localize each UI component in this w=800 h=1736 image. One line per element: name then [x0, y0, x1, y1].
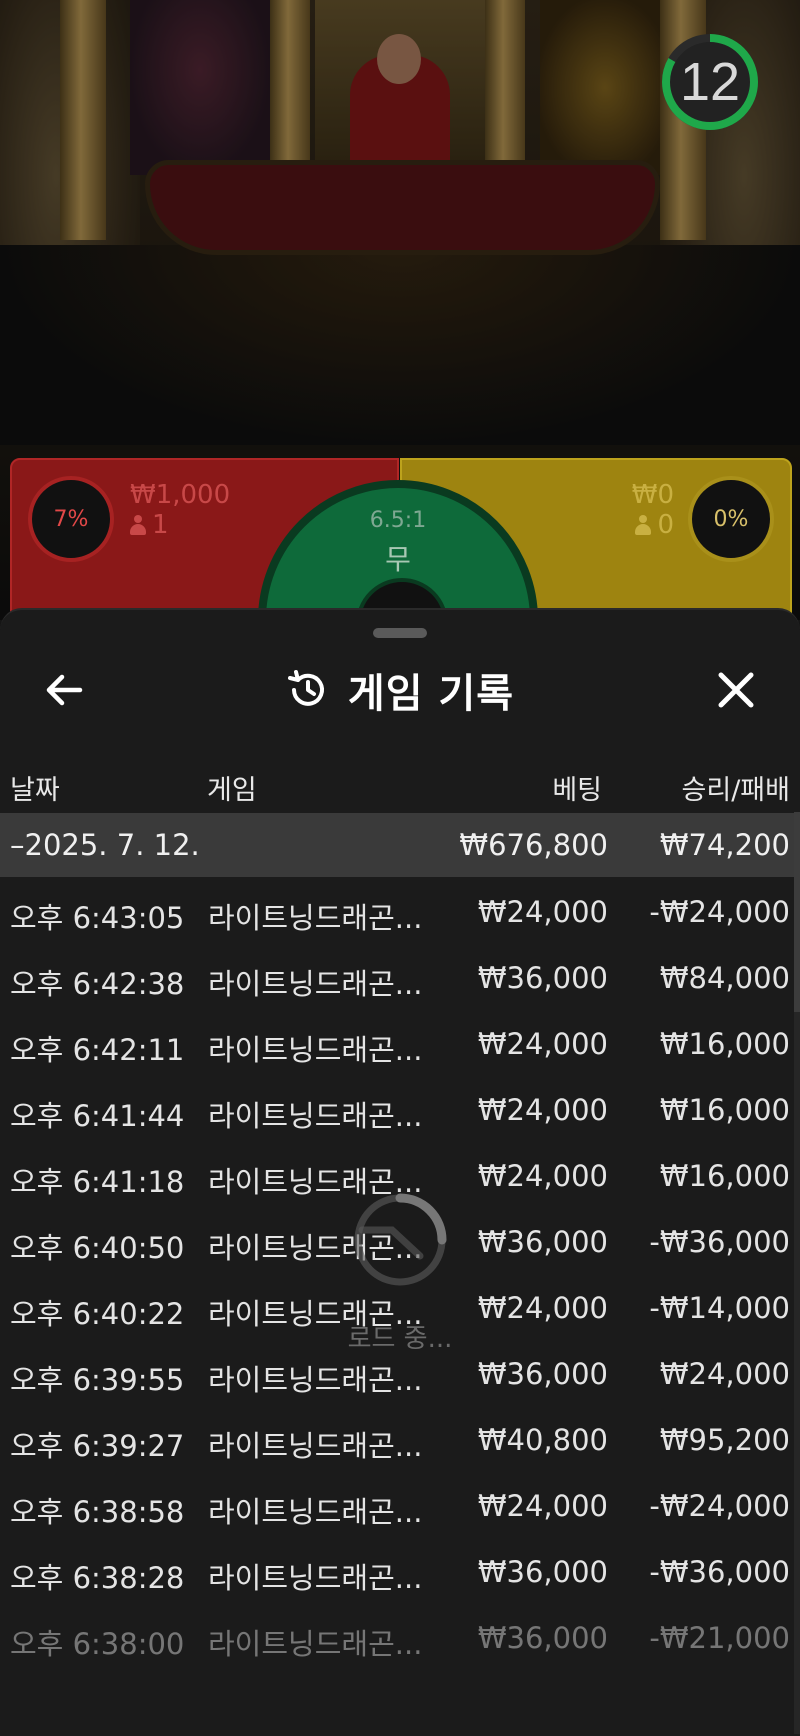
dragon-bet-stats: ₩1,000 1	[130, 480, 230, 540]
row-win-loss: ₩16,000	[659, 1027, 790, 1061]
history-row[interactable]: 오후 6:43:05 라이트닝드래곤... ₩24,000 -₩24,000	[0, 877, 800, 943]
row-game: 라이트닝드래곤...	[208, 1429, 423, 1463]
row-time: 오후 6:43:05	[10, 901, 185, 935]
row-bet: ₩24,000	[477, 1093, 608, 1127]
row-bet: ₩36,000	[477, 1621, 608, 1655]
person-icon	[130, 515, 146, 535]
row-time: 오후 6:40:22	[10, 1297, 185, 1331]
date-group-row[interactable]: –2025. 7. 12. ₩676,800 ₩74,200	[0, 813, 800, 877]
row-game: 라이트닝드래곤...	[208, 1297, 423, 1331]
row-game: 라이트닝드래곤...	[208, 1231, 423, 1265]
history-rows: 오후 6:43:05 라이트닝드래곤... ₩24,000 -₩24,000 오…	[0, 877, 800, 1669]
row-bet: ₩24,000	[477, 895, 608, 929]
close-icon	[718, 672, 754, 708]
sheet-drag-handle[interactable]	[373, 628, 427, 638]
row-time: 오후 6:38:00	[10, 1627, 185, 1661]
row-win-loss: ₩95,200	[659, 1423, 790, 1457]
row-time: 오후 6:38:58	[10, 1495, 185, 1529]
history-row[interactable]: 오후 6:39:55 라이트닝드래곤... ₩36,000 ₩24,000	[0, 1339, 800, 1405]
row-bet: ₩24,000	[477, 1159, 608, 1193]
date-group-bet-total: ₩676,800	[459, 828, 608, 862]
row-game: 라이트닝드래곤...	[208, 901, 423, 935]
tiger-bet-percent: 0%	[688, 476, 774, 562]
row-game: 라이트닝드래곤...	[208, 1165, 423, 1199]
row-bet: ₩40,800	[477, 1423, 608, 1457]
tie-odds: 6.5:1	[369, 508, 427, 533]
row-bet: ₩36,000	[477, 1225, 608, 1259]
history-row[interactable]: 오후 6:40:22 라이트닝드래곤... ₩24,000 -₩14,000	[0, 1273, 800, 1339]
history-column-headers: 날짜 게임 베팅 승리/패배	[0, 760, 800, 808]
row-bet: ₩36,000	[477, 1357, 608, 1391]
row-time: 오후 6:39:55	[10, 1363, 185, 1397]
history-row[interactable]: 오후 6:39:27 라이트닝드래곤... ₩40,800 ₩95,200	[0, 1405, 800, 1471]
sheet-header: 게임 기록	[0, 650, 800, 730]
row-win-loss: ₩84,000	[659, 961, 790, 995]
row-time: 오후 6:41:18	[10, 1165, 185, 1199]
dragon-bet-amount: ₩1,000	[130, 480, 231, 510]
arrow-left-icon	[46, 674, 83, 706]
row-bet: ₩24,000	[477, 1027, 608, 1061]
row-time: 오후 6:38:28	[10, 1561, 185, 1595]
row-time: 오후 6:42:11	[10, 1033, 185, 1067]
row-win-loss: -₩36,000	[649, 1555, 790, 1589]
row-win-loss: -₩21,000	[649, 1621, 790, 1655]
row-win-loss: ₩16,000	[659, 1159, 790, 1193]
history-row[interactable]: 오후 6:41:44 라이트닝드래곤... ₩24,000 ₩16,000	[0, 1075, 800, 1141]
row-time: 오후 6:42:38	[10, 967, 185, 1001]
row-bet: ₩36,000	[477, 1555, 608, 1589]
tiger-bet-amount: ₩0	[631, 480, 674, 510]
tiger-bet-stats: ₩0 0	[632, 480, 674, 540]
person-icon	[635, 515, 652, 535]
column-win-loss: 승리/패배	[681, 775, 790, 806]
row-win-loss: ₩16,000	[659, 1093, 790, 1127]
row-game: 라이트닝드래곤...	[208, 1627, 423, 1661]
row-game: 라이트닝드래곤...	[208, 1363, 423, 1397]
history-row[interactable]: 오후 6:38:58 라이트닝드래곤... ₩24,000 -₩24,000	[0, 1471, 800, 1537]
history-scrollbar-thumb[interactable]	[794, 812, 800, 1012]
column-date: 날짜	[10, 775, 60, 806]
history-row[interactable]: 오후 6:42:38 라이트닝드래곤... ₩36,000 ₩84,000	[0, 943, 800, 1009]
tie-label: 무	[385, 543, 411, 576]
history-row[interactable]: 오후 6:42:11 라이트닝드래곤... ₩24,000 ₩16,000	[0, 1009, 800, 1075]
row-game: 라이트닝드래곤...	[208, 1495, 423, 1529]
row-time: 오후 6:41:44	[10, 1099, 185, 1133]
history-row[interactable]: 오후 6:38:28 라이트닝드래곤... ₩36,000 -₩36,000	[0, 1537, 800, 1603]
sheet-title-group: 게임 기록	[0, 650, 800, 730]
row-bet: ₩24,000	[477, 1291, 608, 1325]
back-button[interactable]	[36, 662, 92, 718]
column-game: 게임	[207, 775, 257, 806]
row-game: 라이트닝드래곤...	[208, 1561, 423, 1595]
row-win-loss: -₩36,000	[649, 1225, 790, 1259]
history-clock-icon	[287, 670, 324, 706]
dragon-bet-percent: 7%	[28, 476, 114, 562]
row-win-loss: -₩14,000	[649, 1291, 790, 1325]
row-bet: ₩24,000	[477, 1489, 608, 1523]
countdown-timer: 12	[660, 32, 760, 132]
row-time: 오후 6:40:50	[10, 1231, 185, 1265]
row-time: 오후 6:39:27	[10, 1429, 185, 1463]
history-row[interactable]: 오후 6:41:18 라이트닝드래곤... ₩24,000 ₩16,000	[0, 1141, 800, 1207]
game-history-sheet: 게임 기록 날짜 게임 베팅 승리/패배 –2025. 7. 12. ₩676,…	[0, 608, 800, 1736]
row-game: 라이트닝드래곤...	[208, 967, 423, 1001]
history-row[interactable]: 오후 6:38:00 라이트닝드래곤... ₩36,000 -₩21,000	[0, 1603, 800, 1669]
row-win-loss: -₩24,000	[649, 895, 790, 929]
date-group-label: –2025. 7. 12.	[10, 828, 200, 862]
dragon-player-count: 1	[152, 510, 169, 540]
row-win-loss: -₩24,000	[649, 1489, 790, 1523]
column-bet: 베팅	[552, 775, 602, 806]
row-game: 라이트닝드래곤...	[208, 1099, 423, 1133]
row-game: 라이트닝드래곤...	[208, 1033, 423, 1067]
sheet-title: 게임 기록	[347, 671, 515, 717]
date-group-win-loss-total: ₩74,200	[659, 828, 790, 862]
row-win-loss: ₩24,000	[659, 1357, 790, 1391]
close-button[interactable]	[708, 662, 764, 718]
row-bet: ₩36,000	[477, 961, 608, 995]
timer-seconds: 12	[679, 52, 741, 112]
history-row[interactable]: 오후 6:40:50 라이트닝드래곤... ₩36,000 -₩36,000	[0, 1207, 800, 1273]
tiger-player-count: 0	[657, 510, 674, 540]
